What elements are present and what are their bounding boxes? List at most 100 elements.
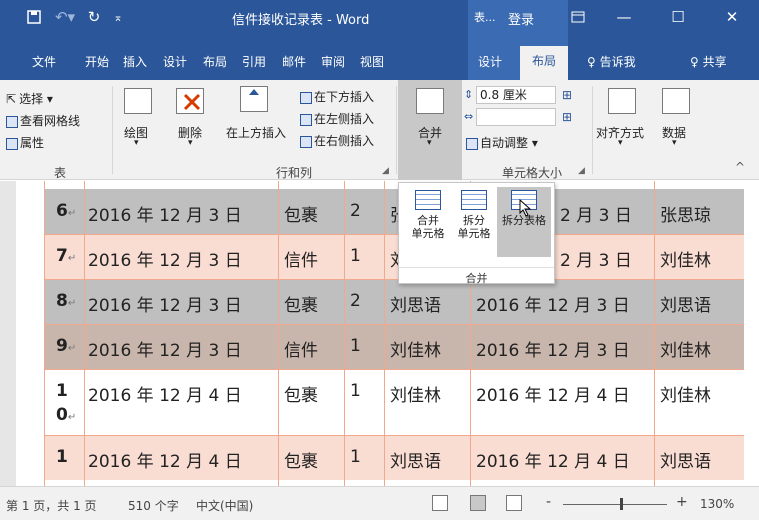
zoom-slider-thumb[interactable]	[620, 498, 623, 510]
draw-table-icon[interactable]	[124, 88, 152, 114]
group-separator	[112, 86, 113, 174]
cell-signer: 刘佳林	[660, 386, 711, 406]
cell-pickup-date: 2 月 3 日	[560, 251, 632, 271]
cell-pickup-date: 2016 年 12 月 4 日	[476, 452, 630, 472]
tab-home[interactable]: 开始	[81, 48, 113, 76]
merge-dropdown-menu: 合并 单元格 拆分 单元格 拆分表格 合并	[398, 182, 555, 285]
page-count[interactable]: 第 1 页，共 1 页	[6, 497, 97, 514]
close-button[interactable]: ✕	[710, 0, 754, 34]
tab-design[interactable]: 设计	[159, 48, 191, 76]
cell-size-launcher-icon[interactable]: ◢	[578, 166, 585, 176]
merge-icon	[416, 88, 444, 114]
title-bar: ↶▾ ↻ ⌅ 信件接收记录表 - Word 表... 登录 — ☐ ✕	[0, 0, 759, 34]
properties-label: 属性	[20, 136, 45, 150]
split-table-button[interactable]: 拆分表格	[497, 187, 551, 257]
alignment-dropdown-arrow[interactable]: ▾	[618, 138, 623, 148]
delete-dropdown-arrow[interactable]: ▾	[188, 138, 193, 148]
cell-pickup-date: 2 月 3 日	[560, 206, 632, 226]
table-row[interactable]: 1 2016 年 12 月 4 日 包裹 1 刘思语 2016 年 12 月 4…	[44, 435, 744, 480]
word-count[interactable]: 510 个字	[128, 497, 179, 514]
data-icon[interactable]	[662, 88, 690, 114]
table-border	[44, 279, 744, 280]
select-label: 选择 ▾	[19, 92, 53, 106]
table-row[interactable]: 8↵ 2016 年 12 月 3 日 包裹 2 刘思语 2016 年 12 月 …	[44, 279, 744, 324]
table-row[interactable]: 9↵ 2016 年 12 月 3 日 信件 1 刘佳林 2016 年 12 月 …	[44, 324, 744, 369]
delete-table-icon[interactable]	[176, 88, 204, 114]
insert-above-icon[interactable]	[240, 86, 268, 112]
table-row[interactable]: 6↵ 2016 年 12 月 3 日 包裹 2 张 2 月 3 日 张思琼	[44, 189, 744, 234]
cell-number-continued: 0↵	[56, 405, 77, 425]
tell-me-search[interactable]: ♀ 告诉我	[583, 48, 640, 76]
zoom-level[interactable]: 130%	[700, 497, 734, 511]
read-mode-icon[interactable]	[432, 495, 448, 511]
table-row[interactable]: 7↵ 2016 年 12 月 3 日 信件 1 刘 2 月 3 日 刘佳林	[44, 234, 744, 279]
table-border	[44, 324, 744, 325]
split-cells-label-1: 拆分	[463, 214, 485, 227]
insert-above-button[interactable]: 在上方插入	[226, 124, 286, 141]
group-label-table: 表	[54, 166, 67, 180]
zoom-in-button[interactable]: +	[676, 494, 688, 510]
language-indicator[interactable]: 中文(中国)	[196, 497, 253, 514]
properties-button[interactable]: 属性	[6, 134, 44, 151]
rows-cols-launcher-icon[interactable]: ◢	[382, 166, 389, 176]
insert-below-button[interactable]: 在下方插入	[300, 88, 374, 105]
tab-mailings[interactable]: 邮件	[278, 48, 310, 76]
share-button[interactable]: ♀ 共享	[686, 48, 731, 76]
tab-table-design[interactable]: 设计	[474, 48, 506, 76]
cell-receive-date: 2016 年 12 月 4 日	[88, 452, 242, 472]
cell-signer: 刘思语	[660, 296, 711, 316]
alignment-icon[interactable]	[608, 88, 636, 114]
cell-quantity: 2	[350, 201, 361, 221]
minimize-button[interactable]: —	[602, 0, 646, 34]
tab-layout[interactable]: 布局	[199, 48, 231, 76]
redo-icon[interactable]: ↻	[84, 0, 104, 34]
distribute-columns-icon[interactable]: ⊞	[562, 110, 572, 124]
undo-icon[interactable]: ↶▾	[52, 0, 78, 34]
split-cells-button[interactable]: 拆分 单元格	[451, 187, 497, 257]
cell-quantity: 1	[350, 447, 361, 467]
autofit-label: 自动调整 ▾	[480, 136, 538, 150]
merge-cells-icon	[415, 190, 441, 210]
web-layout-icon[interactable]	[506, 495, 522, 511]
cell-receive-date: 2016 年 12 月 3 日	[88, 296, 242, 316]
draw-dropdown-arrow[interactable]: ▾	[134, 138, 139, 148]
cell-recipient: 刘佳林	[390, 341, 441, 361]
insert-left-label: 在左侧插入	[314, 112, 375, 126]
merge-cells-label-2: 单元格	[411, 227, 445, 240]
autofit-icon	[466, 137, 478, 150]
cell-receive-date: 2016 年 12 月 3 日	[88, 341, 242, 361]
tab-references[interactable]: 引用	[238, 48, 270, 76]
insert-left-button[interactable]: 在左侧插入	[300, 110, 374, 127]
column-width-input[interactable]	[476, 108, 556, 126]
autofit-button[interactable]: 自动调整 ▾	[466, 134, 538, 151]
ribbon-display-icon[interactable]	[556, 0, 600, 34]
tab-file[interactable]: 文件	[28, 48, 60, 76]
tab-table-layout[interactable]: 布局	[520, 46, 569, 80]
cell-number: 8↵	[56, 291, 77, 311]
maximize-button[interactable]: ☐	[656, 0, 700, 34]
table-row[interactable]: 1 0↵ 2016 年 12 月 4 日 包裹 1 刘佳林 2016 年 12 …	[44, 369, 744, 435]
save-icon[interactable]	[22, 0, 46, 34]
collapse-ribbon-icon[interactable]: ^	[735, 160, 745, 174]
view-gridlines-button[interactable]: 查看网格线	[6, 112, 80, 129]
customize-qat-icon[interactable]: ⌅	[110, 0, 126, 34]
row-height-input[interactable]: 0.8 厘米	[476, 86, 556, 104]
tab-insert[interactable]: 插入	[119, 48, 151, 76]
select-button[interactable]: ⇱ 选择 ▾	[6, 90, 53, 107]
table-border	[84, 181, 85, 486]
document-area: 6↵ 2016 年 12 月 3 日 包裹 2 张 2 月 3 日 张思琼 7↵…	[0, 181, 759, 486]
zoom-out-button[interactable]: -	[546, 494, 551, 510]
insert-right-button[interactable]: 在右侧插入	[300, 132, 374, 149]
distribute-rows-icon[interactable]: ⊞	[562, 88, 572, 102]
cursor-arrow-icon: ⇱	[6, 92, 17, 106]
tab-review[interactable]: 审阅	[317, 48, 349, 76]
cell-number: 7↵	[56, 246, 77, 266]
login-link[interactable]: 登录	[508, 9, 534, 28]
tab-view[interactable]: 视图	[356, 48, 388, 76]
print-layout-icon[interactable]	[470, 495, 486, 511]
merge-cells-button[interactable]: 合并 单元格	[405, 187, 451, 257]
zoom-slider[interactable]	[563, 504, 667, 505]
data-dropdown-arrow[interactable]: ▾	[672, 138, 677, 148]
cell-pickup-date: 2016 年 12 月 3 日	[476, 341, 630, 361]
context-tool-label: 表...	[474, 11, 496, 24]
